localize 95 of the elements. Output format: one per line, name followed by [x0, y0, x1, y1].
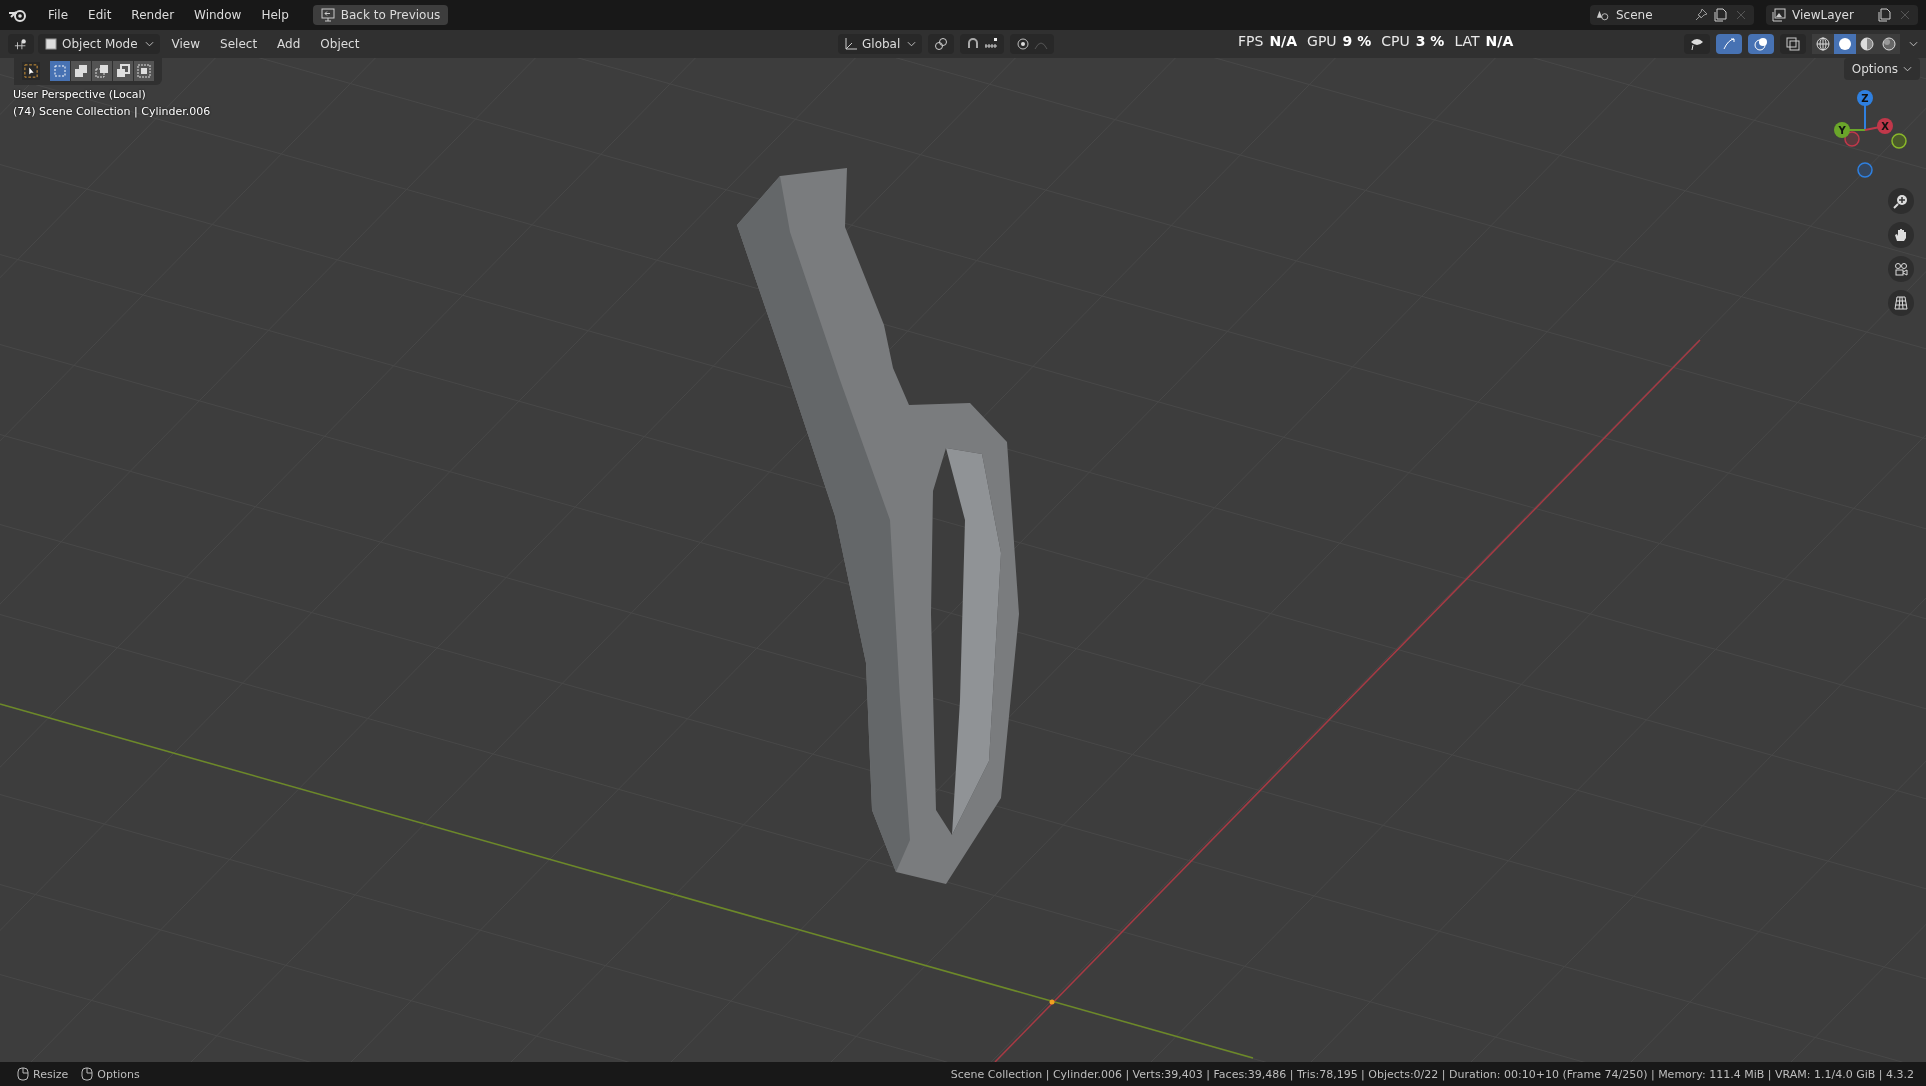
proportional-edit-button[interactable] [1010, 34, 1055, 54]
editor-type-button[interactable] [8, 34, 34, 54]
shading-mode-button[interactable] [1812, 34, 1834, 54]
duplicate-icon[interactable] [1714, 8, 1728, 22]
pin-icon[interactable] [1694, 8, 1708, 22]
options-dropdown[interactable]: Options [1843, 58, 1920, 80]
stat-label: CPU [1381, 33, 1410, 49]
chevron-icon[interactable] [1909, 41, 1918, 47]
solid-sphere-icon [1838, 37, 1852, 51]
axes-icon [844, 37, 858, 51]
pivot-dropdown[interactable] [928, 34, 955, 54]
menu-item[interactable]: Window [186, 5, 250, 25]
chevron-icon [907, 41, 917, 47]
logo-icon[interactable] [8, 7, 28, 23]
ruler-icon [984, 37, 999, 51]
pan-button[interactable] [1888, 222, 1914, 248]
menu-item[interactable]: Select [212, 34, 266, 54]
back-to-previous-button[interactable]: Back to Previous [312, 5, 449, 25]
duplicate-icon[interactable] [1878, 8, 1892, 22]
dashed-square-icon [53, 64, 67, 78]
axis-handle[interactable]: X [1877, 118, 1893, 134]
selection-mode-button[interactable] [71, 61, 91, 81]
visibility-dropdown[interactable] [1684, 34, 1710, 54]
selection-mode-button[interactable] [134, 61, 154, 81]
viewport[interactable]: User Perspective (Local) (74) Scene Collection | Cylinder.006 Options Z Y X [0, 58, 1926, 1062]
shading-mode-button[interactable] [1878, 34, 1900, 54]
cursor-icon [24, 64, 38, 78]
axis-handle[interactable]: Z [1857, 90, 1873, 106]
zoom-button[interactable] [1888, 188, 1914, 214]
link-icon [934, 37, 949, 51]
intersect-squares-icon [137, 64, 151, 78]
menu-item[interactable]: Add [269, 34, 309, 54]
view-layer-selector[interactable]: ViewLayer [1766, 5, 1918, 25]
menu-item[interactable]: Edit [80, 5, 120, 25]
axes-icon [14, 37, 28, 51]
status-hint: Options [80, 1067, 140, 1081]
menu-item[interactable]: Render [123, 5, 183, 25]
overlay-circles-icon [1754, 37, 1768, 51]
menu-item[interactable]: Object [312, 34, 368, 54]
stat-label: GPU [1307, 33, 1337, 49]
select-tool-button[interactable] [22, 62, 40, 80]
eye-icon [1690, 37, 1704, 51]
scene-selector[interactable]: Scene [1590, 5, 1754, 25]
orientation-dropdown[interactable]: Global [838, 34, 923, 54]
view-layer-name: ViewLayer [1792, 8, 1855, 22]
mouse-icon [16, 1067, 30, 1081]
snap-button[interactable] [960, 34, 1005, 54]
shaded-sphere-icon [1882, 37, 1896, 51]
monitor-icon [320, 8, 335, 22]
subtract-squares-icon [95, 64, 109, 78]
stat-value: N/A [1485, 33, 1514, 49]
xray-icon [1786, 37, 1800, 51]
difference-squares-icon [116, 64, 130, 78]
zoom-icon [1893, 193, 1909, 209]
grid-view-button[interactable] [1888, 290, 1914, 316]
shading-mode-button[interactable] [1856, 34, 1878, 54]
gizmo-toggle[interactable] [1716, 34, 1742, 54]
scene-name: Scene [1616, 8, 1654, 22]
menu-item[interactable]: View [163, 34, 209, 54]
origin-dot [1049, 999, 1055, 1005]
grid-icon [1893, 295, 1909, 311]
stat-label: FPS [1238, 33, 1264, 49]
stat-value: N/A [1269, 33, 1298, 49]
status-stats: Scene Collection | Cylinder.006 | Verts:39,403 | Faces:39,486 | Tris:78,195 | Objects:0/22 | Duration: 00:10+10 (Frame 74/250) | Memory: 111.4 MiB | VRAM: 1.1/4.0 GiB | 4.3.2 [950, 1067, 1914, 1081]
hand-icon [1893, 227, 1909, 243]
wireframe-sphere-icon [1816, 37, 1830, 51]
cube-icon [44, 37, 58, 51]
overlays-toggle[interactable] [1748, 34, 1774, 54]
magnet-icon [966, 37, 981, 51]
menu-item[interactable]: Help [253, 5, 297, 25]
menu-item[interactable]: File [40, 5, 77, 25]
overlapping-squares-icon [74, 64, 88, 78]
stat-value: 9 % [1342, 33, 1372, 49]
image-stack-icon [1772, 8, 1786, 22]
shading-mode-button[interactable] [1834, 34, 1856, 54]
selection-mode-button[interactable] [113, 61, 133, 81]
camera-icon [1893, 261, 1909, 277]
mouse-icon [80, 1067, 95, 1081]
chevron-icon [1903, 66, 1912, 72]
status-hint: Resize [16, 1067, 69, 1081]
arrows-icon [1722, 37, 1736, 51]
scene-icon [1596, 8, 1610, 22]
xray-toggle[interactable] [1780, 34, 1806, 54]
camera-button[interactable] [1888, 256, 1914, 282]
stat-value: 3 % [1415, 33, 1445, 49]
model-drawing[interactable] [737, 168, 1019, 884]
target-icon [1016, 37, 1031, 51]
view-name: User Perspective (Local) [13, 88, 147, 101]
mode-dropdown[interactable]: Object Mode [38, 34, 160, 54]
selection-mode-button[interactable] [92, 61, 112, 81]
chevron-icon [144, 41, 154, 47]
axis-handle[interactable]: Y [1834, 122, 1850, 138]
stat-label: LAT [1454, 33, 1480, 49]
half-sphere-icon [1860, 37, 1874, 51]
collection-label: (74) Scene Collection | Cylinder.006 [13, 105, 211, 118]
